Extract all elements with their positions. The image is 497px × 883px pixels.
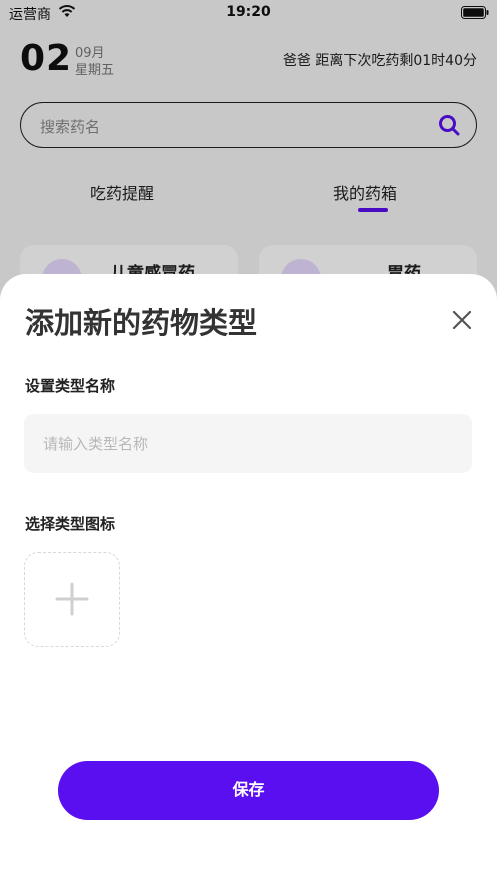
icon-picker-button[interactable] [24, 552, 120, 647]
save-button[interactable]: 保存 [58, 761, 439, 820]
category-icon-label: 选择类型图标 [25, 515, 116, 533]
category-name-label: 设置类型名称 [25, 377, 116, 395]
add-category-sheet: 添加新的药物类型 设置类型名称 选择类型图标 保存 [0, 274, 497, 883]
plus-icon [55, 582, 89, 616]
sheet-title: 添加新的药物类型 [25, 306, 258, 340]
close-icon[interactable] [451, 309, 473, 331]
category-name-input[interactable] [24, 414, 472, 473]
